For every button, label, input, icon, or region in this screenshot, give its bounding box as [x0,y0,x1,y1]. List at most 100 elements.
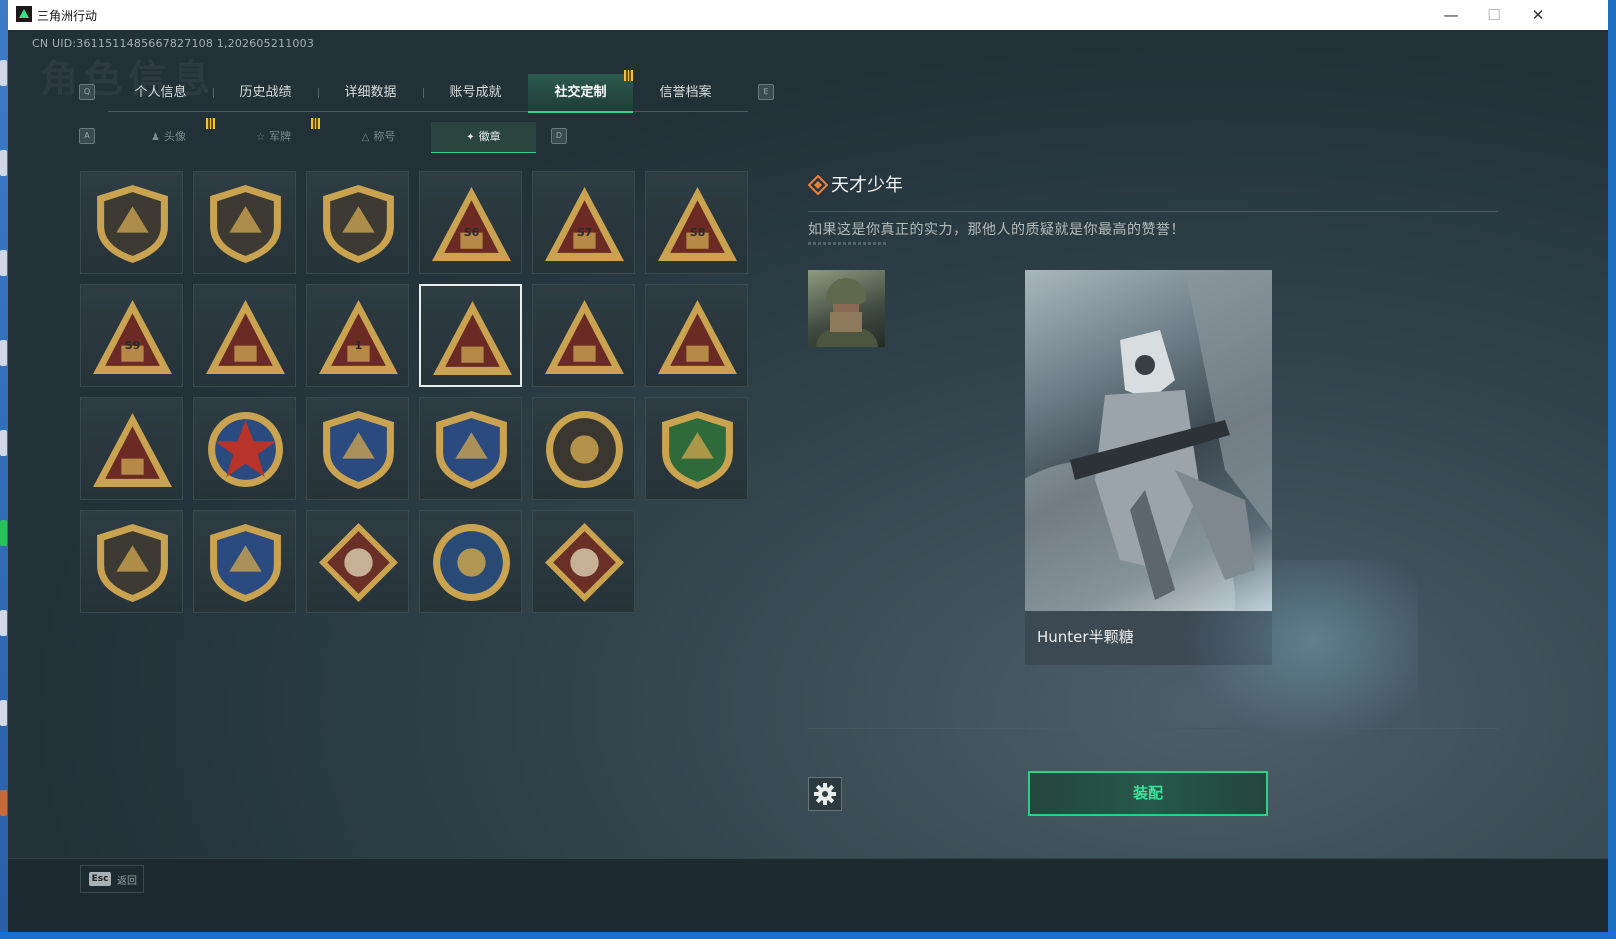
notification-icon [311,118,320,129]
three-star-gem-icon [436,411,507,489]
dragon-diamond-icon [545,523,624,602]
title-bar: 三角洲行动 — ☐ ✕ [8,0,1608,30]
subtab-badge[interactable]: ✦ 徽章 [431,122,536,153]
dragon-diamond-badge[interactable] [532,510,635,613]
season-s6-badge[interactable]: S6 [419,171,522,274]
window-title: 三角洲行动 [37,9,98,23]
season-s7-icon [545,187,624,261]
three-star-shield-icon [323,411,394,489]
uid-text: CN UID:3611511485667827108 1,20260521100… [32,37,315,50]
wave-rider-badge[interactable] [532,284,635,387]
game-viewport: 角色信息 CN UID:3611511485667827108 1,202605… [8,30,1608,932]
shield-triangle-icon [97,185,168,263]
subtab-next-key[interactable]: D [551,128,567,144]
season-s9-badge[interactable]: S9 [80,284,183,387]
subtab-label: 徽章 [478,130,501,143]
avatar [808,270,885,347]
title-icon: △ [361,132,370,143]
rocket-icon [93,413,172,487]
season-s6-icon [432,187,511,261]
season-s9-icon [93,300,172,374]
helicopter-shield-icon [210,185,281,263]
tab-personal-info[interactable]: 个人信息 [108,74,213,111]
rocket-badge[interactable] [80,397,183,500]
tab-history[interactable]: 历史战绩 [213,74,318,111]
tab-reputation[interactable]: 信誉档案 [633,74,738,111]
card-footer: Hunter半颗糖 [1025,611,1272,665]
game-window: 三角洲行动 — ☐ ✕ 角色信息 CN UID:3611511485667827… [8,0,1608,932]
description-underline [808,242,888,245]
wolf-diamond-badge[interactable] [306,510,409,613]
three-star-gem-badge[interactable] [419,397,522,500]
green-sniper-icon [662,411,733,489]
tab-prev-key[interactable]: Q [79,84,95,100]
season-s8-badge[interactable]: S8 [645,171,748,274]
notification-icon [206,118,215,129]
shield-triangle-badge[interactable] [80,171,183,274]
esc-key: Esc [89,872,111,886]
soldiers-triangle-icon [658,300,737,374]
person-icon: ♟ [151,132,160,143]
crossed-rifle-badge[interactable] [193,510,296,613]
desktop-strip [0,0,8,939]
tab-next-key[interactable]: E [758,84,774,100]
number-one-icon [319,300,398,374]
season-s8-icon [658,187,737,261]
gear-icon [814,783,836,805]
badge-title: 天才少年 [831,175,903,196]
badge-description: 如果这是你真正的实力，那他人的质疑就是你最高的赞誉！ [808,222,1185,238]
badge-season-label: S8 [689,226,706,239]
minimize-button[interactable]: — [1431,4,1471,26]
footer-bar [8,858,1608,932]
equip-button[interactable]: 装配 [1028,771,1268,816]
tab-achievements[interactable]: 账号成就 [423,74,528,111]
main-tabs: 个人信息 历史战绩 详细数据 账号成就 社交定制 信誉档案 [108,74,748,113]
usb-triangle-badge[interactable] [419,284,522,387]
app-logo-icon [16,6,32,22]
wing-triangle-icon [206,300,285,374]
maximize-button[interactable]: ☐ [1474,4,1514,26]
three-star-shield-badge[interactable] [306,397,409,500]
diamond-shield-icon [323,185,394,263]
green-sniper-badge[interactable] [645,397,748,500]
rifle-shield-badge[interactable] [80,510,183,613]
divider [808,211,1498,212]
operator-artwork [1025,270,1272,665]
eagle-circle-icon [433,524,510,601]
badge-grid: S6 S7 S8 S9 1 [80,171,760,621]
subtab-label: 称号 [373,130,396,143]
title-diamond-icon [808,175,828,195]
close-button[interactable]: ✕ [1518,4,1558,26]
tab-details[interactable]: 详细数据 [318,74,423,111]
profile-card: Hunter半颗糖 [1025,270,1272,665]
subtab-label: 军牌 [268,130,291,143]
subtab-prev-key[interactable]: A [79,128,95,144]
orbit-circle-badge[interactable] [532,397,635,500]
notification-icon [624,70,633,81]
subtab-title[interactable]: △ 称号 [326,122,431,152]
wave-rider-icon [545,300,624,374]
back-button[interactable]: Esc 返回 [80,865,144,893]
badge-season-label: S9 [124,339,141,352]
usb-triangle-icon [433,301,512,375]
sub-tabs: ♟ 头像 ☆ 军牌 △ 称号 ✦ 徽章 [116,122,541,153]
badge-icon: ✦ [466,132,475,143]
divider [808,728,1498,729]
number-one-badge[interactable]: 1 [306,284,409,387]
helicopter-shield-badge[interactable] [193,171,296,274]
orbit-circle-icon [546,411,623,488]
season-s7-badge[interactable]: S7 [532,171,635,274]
subtab-label: 头像 [163,130,186,143]
star-compass-badge[interactable] [193,397,296,500]
settings-button[interactable] [808,777,842,811]
soldiers-triangle-badge[interactable] [645,284,748,387]
badge-season-label: S7 [576,226,593,239]
back-label: 返回 [117,876,137,887]
badge-season-label: 1 [354,339,363,352]
badge-season-label: S6 [463,226,480,239]
eagle-circle-badge[interactable] [419,510,522,613]
diamond-shield-badge[interactable] [306,171,409,274]
star-compass-icon [208,412,283,487]
tab-social-custom[interactable]: 社交定制 [528,74,633,113]
wing-triangle-badge[interactable] [193,284,296,387]
